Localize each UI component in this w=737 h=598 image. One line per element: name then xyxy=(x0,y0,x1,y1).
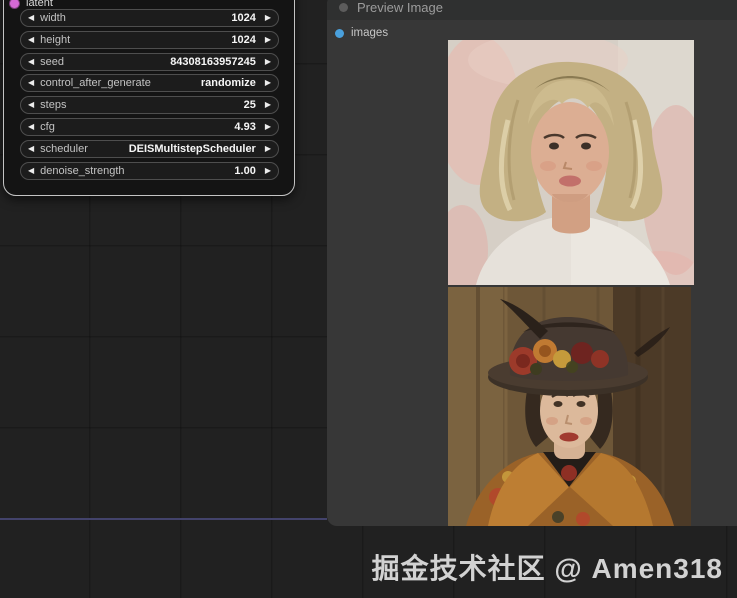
preview-node-header[interactable]: Preview Image xyxy=(327,0,737,20)
blonde-portrait-illustration xyxy=(448,40,694,285)
widget-label: control_after_generate xyxy=(40,77,151,90)
widget-label: cfg xyxy=(40,120,55,133)
images-input-slot[interactable]: images xyxy=(335,27,388,39)
images-slot-dot-icon[interactable] xyxy=(335,28,344,38)
decrement-arrow-icon[interactable]: ◀ xyxy=(28,166,34,175)
increment-arrow-icon[interactable]: ▶ xyxy=(265,79,271,87)
latent-slot-label: latent xyxy=(26,0,53,9)
preview-image-node[interactable]: Preview Image images xyxy=(327,0,737,526)
widget-row-seed[interactable]: ◀ seed 84308163957245 ▶ xyxy=(20,52,279,71)
widget-row-cfg[interactable]: ◀ cfg 4.93 ▶ xyxy=(20,117,279,136)
increment-arrow-icon[interactable]: ▶ xyxy=(265,57,271,66)
widget-label: seed xyxy=(40,55,65,68)
generated-image-2[interactable] xyxy=(448,287,691,526)
widget-label: scheduler xyxy=(40,142,88,155)
widget-row-denoise-strength[interactable]: ◀ denoise_strength 1.00 ▶ xyxy=(20,161,279,180)
widget-row-width[interactable]: ◀ width 1024 ▶ xyxy=(20,9,279,27)
increment-arrow-icon[interactable]: ▶ xyxy=(265,14,271,22)
decrement-arrow-icon[interactable]: ◀ xyxy=(28,122,34,131)
increment-arrow-icon[interactable]: ▶ xyxy=(265,35,271,44)
node-graph-canvas[interactable]: latent ◀ width 1024 ▶ ◀ height 1024 ▶ ◀ … xyxy=(0,0,737,598)
latent-slot[interactable]: latent xyxy=(10,0,53,9)
increment-arrow-icon[interactable]: ▶ xyxy=(265,101,271,109)
widget-value: 25 xyxy=(243,99,256,112)
decrement-arrow-icon[interactable]: ◀ xyxy=(28,14,34,22)
decrement-arrow-icon[interactable]: ◀ xyxy=(28,57,34,66)
sampler-node[interactable]: latent ◀ width 1024 ▶ ◀ height 1024 ▶ ◀ … xyxy=(3,0,295,196)
widget-value: 1024 xyxy=(231,12,256,24)
vintage-hat-portrait-illustration xyxy=(448,287,691,526)
widget-label: width xyxy=(40,12,66,24)
increment-arrow-icon[interactable]: ▶ xyxy=(265,166,271,175)
widget-value: 1024 xyxy=(231,33,256,46)
decrement-arrow-icon[interactable]: ◀ xyxy=(28,35,34,44)
widget-row-steps[interactable]: ◀ steps 25 ▶ xyxy=(20,96,279,115)
decrement-arrow-icon[interactable]: ◀ xyxy=(28,144,34,153)
link-wire xyxy=(0,518,327,520)
widget-value: 1.00 xyxy=(234,164,256,177)
latent-slot-dot-icon[interactable] xyxy=(10,0,19,8)
decrement-arrow-icon[interactable]: ◀ xyxy=(28,101,34,109)
increment-arrow-icon[interactable]: ▶ xyxy=(265,122,271,131)
widget-label: denoise_strength xyxy=(40,164,125,177)
widget-value: 84308163957245 xyxy=(170,55,256,68)
widget-value: 4.93 xyxy=(234,120,256,133)
widget-value: DEISMultistepScheduler xyxy=(128,142,256,155)
widget-label: steps xyxy=(40,99,67,112)
images-slot-label: images xyxy=(351,27,389,39)
widget-value: randomize xyxy=(200,77,256,90)
generated-image-1[interactable] xyxy=(448,40,694,285)
widget-list: ◀ width 1024 ▶ ◀ height 1024 ▶ ◀ seed 84… xyxy=(20,9,279,183)
node-status-dot-icon xyxy=(339,2,348,12)
widget-row-control-after-generate[interactable]: ◀ control_after_generate randomize ▶ xyxy=(20,74,279,93)
preview-node-title: Preview Image xyxy=(357,0,443,15)
widget-row-height[interactable]: ◀ height 1024 ▶ xyxy=(20,30,279,49)
increment-arrow-icon[interactable]: ▶ xyxy=(265,144,271,153)
decrement-arrow-icon[interactable]: ◀ xyxy=(28,79,34,87)
watermark-text: 掘金技术社区 @ Amen318 xyxy=(371,553,723,584)
widget-row-scheduler[interactable]: ◀ scheduler DEISMultistepScheduler ▶ xyxy=(20,139,279,158)
widget-label: height xyxy=(40,33,71,46)
